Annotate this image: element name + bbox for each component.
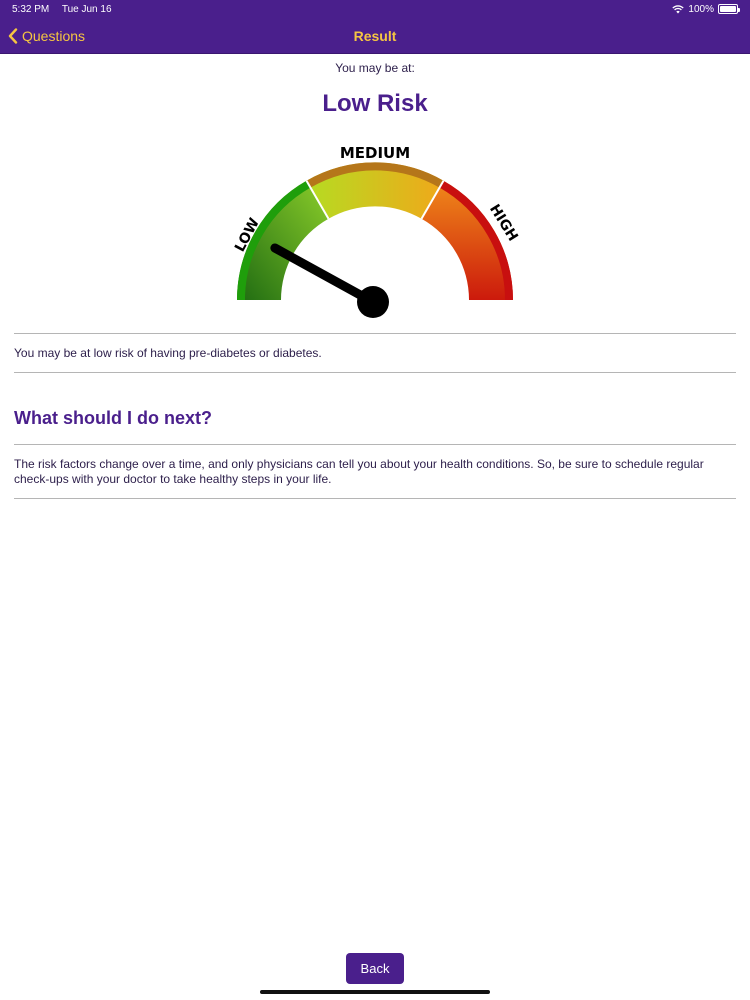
- chevron-left-icon: [8, 28, 18, 44]
- page-title: Result: [353, 28, 397, 44]
- risk-level-title: Low Risk: [322, 90, 428, 117]
- divider: [14, 444, 736, 445]
- back-button-label: Questions: [22, 28, 86, 44]
- navigation-bar: Questions Result: [0, 18, 750, 54]
- gauge-needle: [270, 243, 378, 307]
- battery-percentage: 100%: [688, 3, 714, 15]
- gauge-label-medium: MEDIUM: [340, 144, 410, 162]
- result-intro: You may be at:: [335, 61, 415, 75]
- status-date: Tue Jun 16: [61, 3, 112, 15]
- gauge-medium-zone: [306, 162, 444, 219]
- gauge-needle-hub: [357, 286, 389, 318]
- home-indicator: [260, 990, 490, 994]
- battery-icon: [718, 4, 740, 14]
- divider: [14, 333, 736, 334]
- next-steps-text: The risk factors change over a time, and…: [14, 457, 704, 486]
- next-steps-heading: What should I do next?: [14, 408, 212, 428]
- risk-gauge: LOW MEDIUM HIGH: [232, 144, 521, 318]
- status-time: 5:32 PM: [12, 3, 50, 15]
- divider: [14, 372, 736, 373]
- risk-summary: You may be at low risk of having pre-dia…: [14, 346, 322, 360]
- back-button[interactable]: Back: [346, 953, 404, 984]
- status-bar: 5:32 PM Tue Jun 16 100%: [0, 0, 750, 18]
- wifi-icon: [672, 4, 685, 13]
- back-to-questions-button[interactable]: Questions: [8, 18, 85, 54]
- divider: [14, 498, 736, 499]
